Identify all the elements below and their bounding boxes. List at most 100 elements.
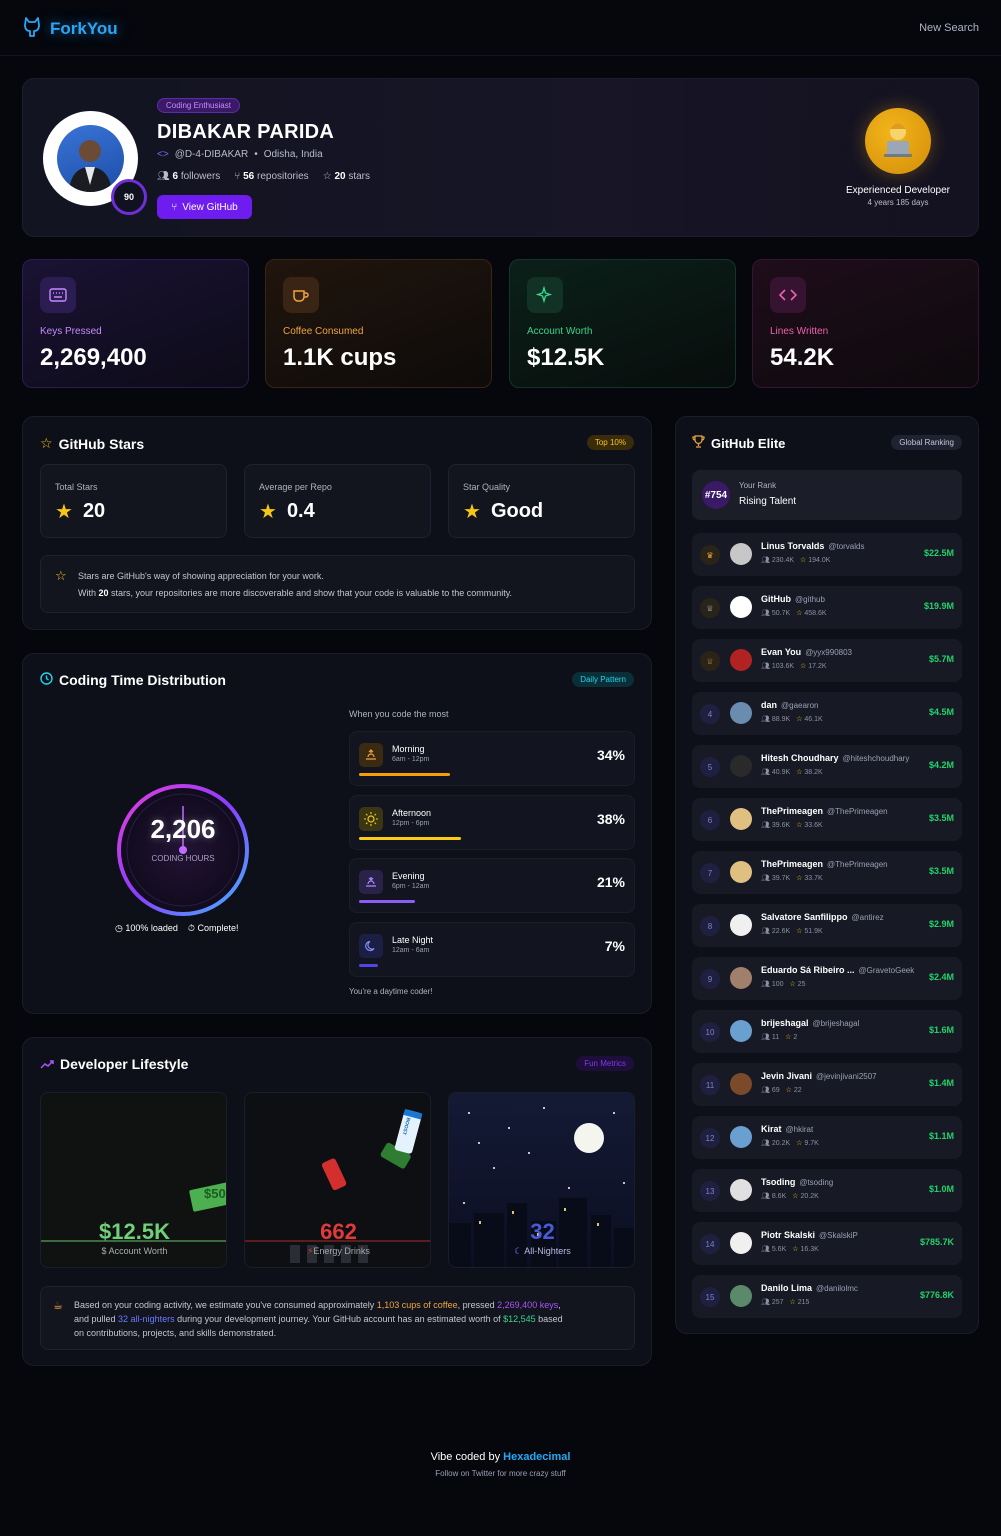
star-icon: ☆ [796,928,803,935]
keyboard-icon [40,277,76,313]
daily-pattern-badge: Daily Pattern [572,672,634,687]
metric-value: 54.2K [770,344,835,371]
leaderboard-row[interactable]: 5 Hitesh Choudhary @hiteshchoudhary 👥︎ 40.9… [692,745,962,788]
leader-followers: 8.6K [771,1193,787,1200]
leader-stars: 2 [793,1034,798,1041]
leader-name: ThePrimeagen @ThePrimeagen [761,859,888,869]
time-subtitle: When you code the most [349,709,449,719]
time-name: Late Night [392,935,434,945]
stars-note: ☆ Stars are GitHub's way of showing appr… [40,555,635,613]
sparkles-icon [527,277,563,313]
leader-name: Danilo Lima @danilolmc [761,1283,858,1293]
app-name: ForkYou [50,18,118,38]
leaderboard-row[interactable]: 14 Piotr Skalski @SkalskiP 👥︎ 5.6K ☆ 16.3K $7… [692,1222,962,1265]
section-title: ☆ GitHub Stars [40,435,145,452]
leaderboard-row[interactable]: 11 Jevin Jivani @jevinjivani2507 👥︎ 69 ☆ 22 $… [692,1063,962,1106]
new-search-link[interactable]: New Search [919,22,979,34]
leaderboard-row[interactable]: 12 Kirat @hkirat 👥︎ 20.2K ☆ 9.7K $1.1M [692,1116,962,1159]
leader-stars: 194.0K [808,557,831,564]
leaderboard-row[interactable]: ♕ Evan You @yyx990803 👥︎ 103.6K ☆ 17.2K $5.7M [692,639,962,682]
lifestyle-summary: ☕︎ Based on your coding activity, we est… [40,1286,635,1350]
rank-number: 10 [700,1022,720,1042]
coding-hours-label: CODING HOURS [151,854,215,863]
author-link[interactable]: Hexadecimal [503,1451,570,1463]
tile-value: 662 [320,1219,357,1244]
users-icon: 👥︎ [761,1140,770,1147]
avatar [730,1232,752,1254]
trophy-icon [692,435,705,451]
avatar [730,1179,752,1201]
note-line-1: Stars are GitHub's way of showing apprec… [78,571,324,581]
star-icon: ☆ [796,875,803,882]
leader-username: @hkirat [785,1125,814,1134]
star-icon: ☆ [796,610,803,617]
time-row-evening: Evening 6pm - 12am 21% [349,858,635,913]
stat-average-per-repo: Average per Repo ★ 0.4 [244,464,431,538]
time-bar [359,837,461,840]
users-icon: 👥︎ [761,981,770,988]
star-outline-icon: ☆ [55,568,67,583]
metric-value: 2,269,400 [40,344,147,371]
leader-followers: 257 [771,1299,784,1306]
users-icon: 👥︎ [761,1193,770,1200]
leader-worth: $3.5M [928,813,954,823]
leaderboard-row[interactable]: 10 brijeshagal @brijeshagal 👥︎ 11 ☆ 2 $1.6M [692,1010,962,1053]
star-icon: ☆ [789,1299,796,1306]
summary-text: Based on your coding activity, we estima… [74,1300,563,1338]
lifestyle-section: Developer Lifestyle Fun Metrics $50 $12.… [22,1037,652,1366]
rank-number: 12 [700,1128,720,1148]
metric-label: Coffee Consumed [283,326,364,337]
stat-star-quality: Star Quality ★ Good [448,464,635,538]
star-icon: ☆ [800,557,807,564]
leader-followers: 103.6K [771,663,795,670]
sparkle-star-icon: ★ [259,501,277,523]
leader-stars: 46.1K [804,716,823,723]
star-icon: ☆ [796,716,803,723]
timer-icon: ⏱ [187,923,195,933]
stat-label: Total Stars [55,482,98,492]
leader-followers: 230.4K [771,557,795,564]
leaderboard-row[interactable]: 15 Danilo Lima @danilolmc 👥︎ 257 ☆ 215 $776.8… [692,1275,962,1318]
moon-icon: ☾ [514,1246,523,1256]
leader-worth: $5.7M [928,654,954,664]
profile-stats: 👥︎ 6 followers ⑂ 56 repositories ☆ 20 st… [157,171,370,182]
medal-icon: ♛ [700,545,720,565]
view-github-button[interactable]: ⑂ View GitHub [157,195,252,219]
leader-worth: $776.8K [919,1290,954,1300]
time-range: 12am - 6am [392,947,430,954]
users-icon: 👥︎ [761,769,770,776]
time-range: 12pm - 6pm [392,820,430,827]
star-outline-icon: ☆ [322,171,332,182]
app-logo[interactable]: ForkYou [22,16,118,41]
users-icon: 👥︎ [761,1087,770,1094]
time-bar [359,773,450,776]
note-line-2: With 20 stars, your repositories are mor… [78,588,513,598]
leaderboard-row[interactable]: 13 Tsoding @tsoding 👥︎ 8.6K ☆ 20.2K $1.0M [692,1169,962,1212]
leaderboard-row[interactable]: ♕ GitHub @github 👥︎ 50.7K ☆ 458.6K $19.9M [692,586,962,629]
experience-title: Experienced Developer [846,185,950,196]
leaderboard-row[interactable]: ♛ Linus Torvalds @torvalds 👥︎ 230.4K ☆ 194.0… [692,533,962,576]
leaderboard-row[interactable]: 8 Salvatore Sanfilippo @antirez 👥︎ 22.6K ☆ 5… [692,904,962,947]
leaderboard-row[interactable]: 7 ThePrimeagen @ThePrimeagen 👥︎ 39.7K ☆ 33.7… [692,851,962,894]
leader-meta: 👥︎ 20.2K ☆ 9.7K [761,1139,819,1147]
tile-value: $12.5K [99,1219,170,1244]
leader-worth: $22.5M [923,548,954,558]
tile-account-worth: $50 $12.5K $ Account Worth [40,1092,227,1268]
coffee-icon [283,277,319,313]
leader-username: @SkalskiP [819,1231,858,1240]
leaderboard-row[interactable]: 4 dan @gaearon 👥︎ 88.9K ☆ 46.1K $4.5M [692,692,962,735]
time-range: 6am - 12pm [392,756,430,763]
sun-icon [359,807,383,831]
leaderboard-row[interactable]: 9 Eduardo Sá Ribeiro ... @GravetoGeek 👥︎ 10… [692,957,962,1000]
time-row-late-night: Late Night 12am - 6am 7% [349,922,635,977]
leader-meta: 👥︎ 88.9K ☆ 46.1K [761,715,823,723]
leaderboard-row[interactable]: 6 ThePrimeagen @ThePrimeagen 👥︎ 39.6K ☆ 33.6… [692,798,962,841]
medal-icon: ♕ [700,598,720,618]
avatar [730,1020,752,1042]
avatar [730,1285,752,1307]
complete-status: Complete! [197,923,239,933]
avatar [730,649,752,671]
tile-value: 32 [530,1219,555,1244]
view-github-label: View GitHub [182,201,238,213]
tile-label: ⚡Energy Drinks [307,1246,370,1256]
